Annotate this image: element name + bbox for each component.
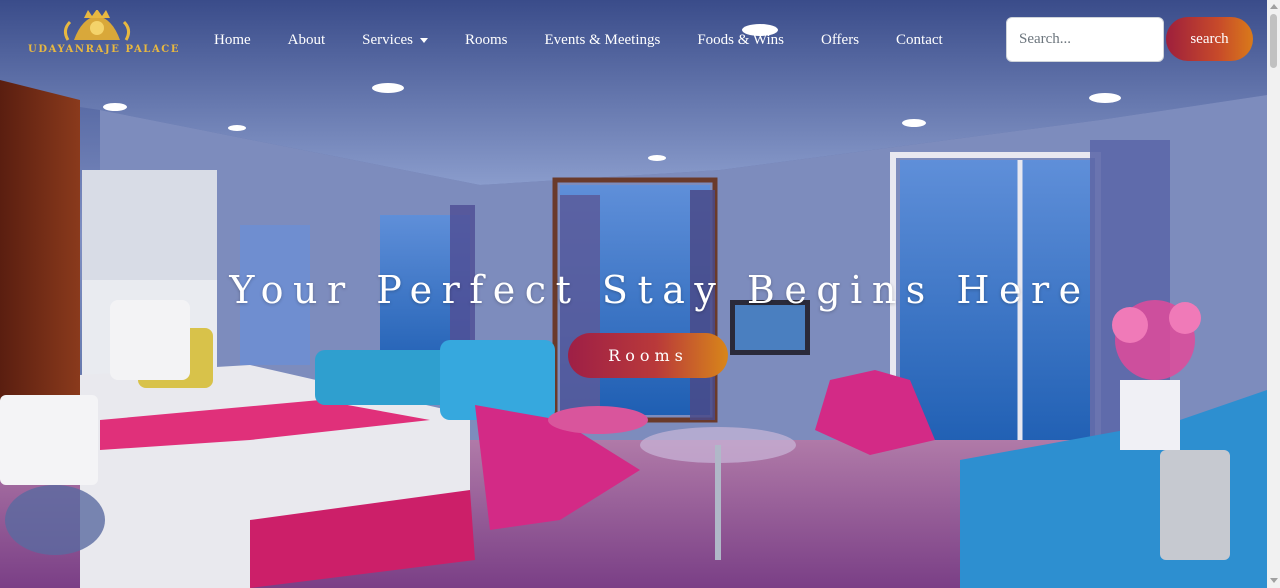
rooms-button[interactable]: Rooms [568,333,728,378]
nav-item-about[interactable]: About [288,32,326,49]
page-scrollbar[interactable] [1267,0,1280,588]
nav-label: About [287,31,326,48]
scroll-down-arrow-icon[interactable] [1270,578,1278,583]
nav-item-offers[interactable]: Offers [821,32,859,49]
nav-item-services[interactable]: Services [362,32,428,49]
nav-label: Home [214,31,251,48]
search-button[interactable]: search [1166,17,1253,61]
scroll-up-arrow-icon[interactable] [1270,4,1278,9]
nav-label: Foods & Wins [697,31,784,48]
nav-label: Rooms [465,31,508,48]
nav-item-home[interactable]: Home [214,32,251,49]
brand-name: UDAYANRAJE PALACE [28,44,181,55]
main-nav: Home About Services Rooms Events & Meeti… [214,30,980,50]
page: UDAYANRAJE PALACE Home About Services Ro… [0,0,1267,588]
caret-down-icon [420,37,428,43]
hero-title: Your Perfect Stay Begins Here [229,268,1091,312]
scrollbar-thumb[interactable] [1270,14,1277,68]
nav-item-rooms[interactable]: Rooms [465,32,508,49]
nav-label: Offers [820,31,860,48]
nav-item-contact[interactable]: Contact [896,32,943,49]
nav-label: Contact [896,31,943,48]
nav-item-foods-wins[interactable]: Foods & Wins [697,32,784,49]
nav-item-events-meetings[interactable]: Events & Meetings [545,32,661,49]
search-input[interactable] [1006,17,1164,62]
nav-label: Events & Meetings [544,31,661,48]
nav-label: Services [362,31,413,48]
